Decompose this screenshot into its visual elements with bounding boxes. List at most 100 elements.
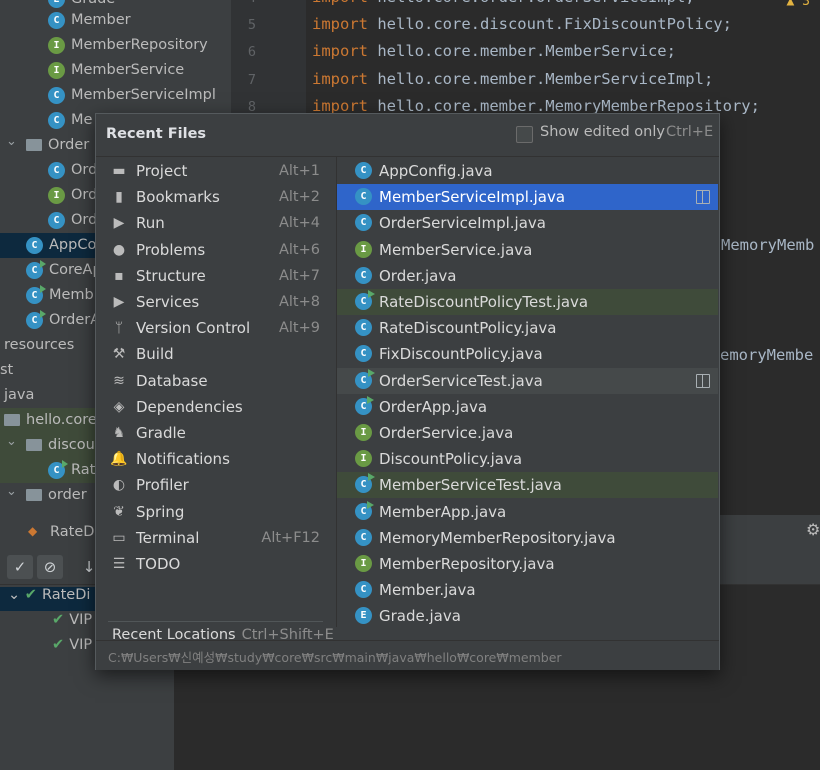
- file-name: MemberApp.java: [379, 502, 507, 521]
- tool-window-label: Bookmarks: [136, 188, 220, 207]
- tool-window-gradle[interactable]: ♞ Gradle: [96, 420, 336, 446]
- code-text: hello.core.member.MemberService;: [368, 42, 676, 60]
- build-icon: ⚒: [112, 346, 126, 363]
- line-number: 4: [248, 0, 256, 6]
- recent-file-item[interactable]: C MemberServiceTest.java: [337, 472, 718, 499]
- file-name: AppConfig.java: [379, 162, 493, 180]
- recent-file-item[interactable]: C Member.java: [337, 577, 718, 603]
- recent-file-item[interactable]: I MemberService.java: [337, 237, 718, 263]
- tree-item-label: Ord: [71, 162, 98, 178]
- chevron-down-icon[interactable]: ⌄: [8, 587, 25, 603]
- tool-window-notifications[interactable]: 🔔 Notifications: [96, 446, 336, 472]
- class-icon: C: [48, 12, 65, 29]
- warning-indicator[interactable]: ▲ 3: [787, 0, 810, 9]
- test-result-row[interactable]: ✔ VIP: [52, 612, 92, 628]
- tool-window-version-control[interactable]: ᛘ Version Control Alt+9: [96, 315, 336, 341]
- recent-file-item[interactable]: C Order.java: [337, 263, 718, 289]
- code-line[interactable]: import hello.core.member.MemberService;: [312, 42, 676, 60]
- runnable-class-icon: C: [355, 395, 374, 415]
- recent-file-item[interactable]: C OrderServiceTest.java: [337, 367, 718, 394]
- show-ignored-button[interactable]: ⊘: [37, 555, 63, 579]
- tree-item-label: Rat: [71, 462, 96, 478]
- editor-fragment-1: MemoryMemb: [721, 236, 815, 254]
- code-line[interactable]: import hello.core.order.OrderServiceImpl…: [312, 0, 695, 6]
- runnable-class-icon: C: [355, 500, 374, 520]
- gradle-icon: ♞: [112, 425, 126, 441]
- code-line[interactable]: import hello.core.member.MemberServiceIm…: [312, 70, 713, 88]
- recent-file-item[interactable]: C RateDiscountPolicyTest.java: [337, 289, 718, 315]
- show-passed-button[interactable]: ✓: [7, 555, 33, 579]
- recent-file-item[interactable]: C MemberServiceImpl.java: [337, 184, 718, 211]
- terminal-icon: ▭: [112, 529, 126, 546]
- class-icon: C: [48, 212, 65, 229]
- tree-item-label: java: [4, 387, 35, 403]
- checkbox-box[interactable]: [516, 126, 533, 143]
- recent-file-item[interactable]: E Grade.java: [337, 603, 718, 629]
- class-icon: C: [355, 214, 372, 232]
- tree-item-label: Ord: [71, 212, 98, 228]
- tool-window-services[interactable]: ▶ Services Alt+8: [96, 289, 336, 315]
- chevron-down-icon[interactable]: ⌄: [6, 429, 17, 454]
- run-icon: ▶: [113, 215, 125, 232]
- test-class-icon: C: [355, 368, 375, 389]
- file-name: Member.java: [379, 581, 476, 600]
- recent-file-item[interactable]: C AppConfig.java: [337, 158, 718, 184]
- file-name: Order.java: [379, 266, 457, 285]
- interface-icon: I: [355, 424, 372, 441]
- recent-file-item[interactable]: I MemberRepository.java: [337, 551, 718, 577]
- class-icon: C: [355, 581, 372, 599]
- tool-window-label: Notifications: [136, 450, 230, 469]
- tool-window-structure[interactable]: ▪ Structure Alt+7: [96, 263, 336, 289]
- file-name: FixDiscountPolicy.java: [379, 345, 543, 364]
- open-in-split-icon[interactable]: [696, 190, 710, 205]
- interface-icon: I: [355, 555, 372, 572]
- recent-file-item[interactable]: C FixDiscountPolicy.java: [337, 341, 718, 367]
- warning-count: 3: [802, 0, 810, 9]
- tool-window-todo[interactable]: ☰ TODO: [96, 551, 336, 577]
- enum-icon: E: [355, 607, 372, 625]
- class-icon: C: [355, 266, 372, 284]
- tree-item[interactable]: I MemberRepository: [0, 33, 231, 58]
- tool-window-project[interactable]: ▬ Project Alt+1: [96, 158, 336, 184]
- tree-item-label: Member: [71, 12, 131, 28]
- class-icon: C: [355, 319, 372, 337]
- folder-icon: [26, 139, 42, 151]
- recent-file-item[interactable]: C MemberApp.java: [337, 499, 718, 525]
- code-line[interactable]: import hello.core.discount.FixDiscountPo…: [312, 15, 732, 33]
- recent-file-item[interactable]: C OrderApp.java: [337, 394, 718, 420]
- tree-item-label: resources: [4, 337, 75, 353]
- show-edited-label: Show edited only: [540, 124, 665, 140]
- tool-window-database[interactable]: ≋ Database: [96, 368, 336, 394]
- class-icon: C: [48, 87, 65, 104]
- tool-window-terminal[interactable]: ▭ Terminal Alt+F12: [96, 525, 336, 551]
- run-tab[interactable]: RateDi: [50, 524, 98, 540]
- test-result-row[interactable]: ✔ VIP: [52, 637, 92, 653]
- tool-window-spring[interactable]: ❦ Spring: [96, 499, 336, 525]
- recent-files-popup: Recent Files Show edited only Ctrl+E ▬ Pr…: [95, 113, 720, 670]
- tree-item[interactable]: C Member: [0, 8, 231, 33]
- tree-item[interactable]: I MemberService: [0, 58, 231, 83]
- recent-file-item[interactable]: C MemoryMemberRepository.java: [337, 525, 718, 551]
- show-edited-shortcut: Ctrl+E: [666, 124, 714, 140]
- tool-window-dependencies[interactable]: ◈ Dependencies: [96, 394, 336, 420]
- folder-icon: [26, 439, 42, 451]
- recent-file-item[interactable]: I DiscountPolicy.java: [337, 446, 718, 472]
- tree-item[interactable]: C MemberServiceImpl: [0, 83, 231, 108]
- recent-file-item[interactable]: C RateDiscountPolicy.java: [337, 315, 718, 341]
- chevron-down-icon[interactable]: ⌄: [6, 129, 17, 154]
- gear-icon[interactable]: ⚙: [806, 520, 820, 539]
- test-class-icon: C: [355, 290, 375, 310]
- tool-window-problems[interactable]: ● Problems Alt+6: [96, 237, 336, 263]
- chevron-down-icon[interactable]: ⌄: [6, 479, 17, 504]
- recent-file-item[interactable]: C OrderServiceImpl.java: [337, 210, 718, 236]
- tool-window-shortcut: Alt+9: [278, 320, 320, 337]
- tool-window-bookmarks[interactable]: ▮ Bookmarks Alt+2: [96, 184, 336, 210]
- tool-window-profiler[interactable]: ◐ Profiler: [96, 472, 336, 498]
- tool-window-run[interactable]: ▶ Run Alt+4: [96, 210, 336, 236]
- recent-file-item[interactable]: I OrderService.java: [337, 420, 718, 446]
- tree-item-label: Ord: [71, 187, 98, 203]
- tool-window-build[interactable]: ⚒ Build: [96, 341, 336, 367]
- tree-item-label: MemberRepository: [71, 37, 208, 53]
- code-text: hello.core.discount.FixDiscountPolicy;: [368, 15, 732, 33]
- open-in-split-icon[interactable]: [696, 373, 710, 388]
